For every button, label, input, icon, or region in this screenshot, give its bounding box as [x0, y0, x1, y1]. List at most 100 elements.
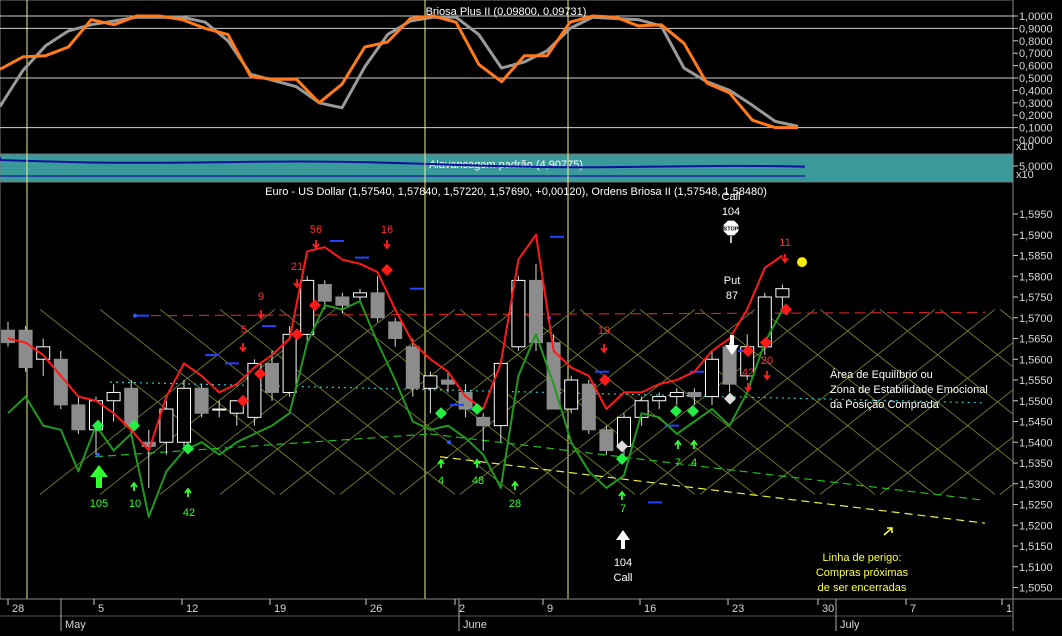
price-axis-label: 1,5900	[1019, 230, 1053, 242]
candle-body	[423, 375, 438, 389]
osc-axis-label: 0,6000	[1019, 61, 1053, 73]
price-axis-label: 1,5300	[1019, 479, 1053, 491]
time-axis: 28 5 12 19 26 2 9 16 23 30 7 1 May June July	[0, 598, 1062, 631]
price-axis-label: 1,5500	[1019, 396, 1053, 408]
month-label: June	[463, 619, 487, 631]
candle-body	[212, 408, 227, 411]
call-bottom-label: Call	[614, 572, 633, 584]
candle-body	[124, 387, 139, 427]
candle-body	[581, 383, 596, 431]
candle-body	[599, 429, 614, 452]
osc-axis-label: 1,0000	[1019, 11, 1053, 23]
price-axis-label: 1,5100	[1019, 562, 1053, 574]
sell-count-label: 9	[258, 291, 264, 303]
danger-text: Compras próximas	[816, 567, 909, 579]
day-label: 26	[370, 603, 382, 615]
candle-body	[18, 329, 33, 369]
day-label: 28	[12, 603, 24, 615]
price-axis-label: 1,5600	[1019, 354, 1053, 366]
buy-count-label: 7	[675, 457, 681, 469]
price-axis-label: 1,5800	[1019, 271, 1053, 283]
candle-body	[353, 292, 367, 298]
candle-body	[687, 391, 702, 398]
osc-axis-label: 0,9000	[1019, 23, 1053, 35]
call-top-count: 104	[722, 206, 740, 218]
candle-body	[669, 391, 684, 398]
buy-count-label: 7	[620, 503, 626, 515]
price-title: Euro - US Dollar (1,57540, 1,57840, 1,57…	[265, 186, 767, 198]
candle-body	[722, 346, 737, 385]
price-axis-label: 1,5400	[1019, 437, 1053, 449]
osc-axis-label: 0,4000	[1019, 85, 1053, 97]
price-axis-label: 1,5950	[1019, 209, 1053, 221]
day-label: 30	[822, 603, 834, 615]
candle-body	[177, 387, 191, 443]
buy-count-label: 105	[90, 498, 108, 510]
put-count: 87	[726, 290, 738, 302]
day-label: 23	[732, 603, 744, 615]
osc-axis-label: 0,3000	[1019, 98, 1053, 110]
sell-count-label: 42	[742, 367, 754, 379]
candle-body	[617, 416, 631, 447]
osc-axis-label: 0,0000	[1019, 135, 1053, 147]
price-axis-label: 1,5700	[1019, 313, 1053, 325]
price-axis-label: 1,5250	[1019, 500, 1053, 512]
danger-text: de ser encerradas	[818, 582, 907, 594]
chart-canvas[interactable]: Briosa Plus II (0,09800, 0,09731) Alavan…	[0, 0, 1062, 631]
osc-axis-label: 0,1000	[1019, 123, 1053, 135]
candle-body	[476, 416, 491, 427]
sell-count-label: 11	[779, 237, 790, 249]
buy-count-label: 48	[472, 475, 484, 487]
day-label: 16	[644, 603, 656, 615]
oscillator-axis: 1,00000,90000,80000,70000,60000,50000,40…	[1013, 11, 1053, 147]
day-label: 19	[274, 603, 286, 615]
order-level-dot	[133, 313, 137, 318]
chart-window: Briosa Plus II (0,09800, 0,09731) Alavan…	[0, 0, 1062, 631]
sell-count-label: 16	[381, 224, 393, 236]
candle-body	[441, 379, 455, 385]
price-axis-label: 1,5550	[1019, 375, 1053, 387]
day-label: 5	[98, 603, 104, 615]
candle-body	[564, 379, 579, 410]
sell-count-label: 19	[598, 325, 610, 337]
candle-body	[71, 404, 86, 431]
day-label: 12	[186, 603, 198, 615]
buy-count-label: 10	[129, 498, 141, 510]
price-axis-label: 1,5200	[1019, 520, 1053, 532]
day-label: 2	[459, 603, 465, 615]
candle-body	[1, 329, 15, 344]
candle-body	[159, 408, 174, 443]
price-axis-label: 1,5050	[1019, 583, 1053, 595]
sell-count-label: 5	[241, 324, 247, 336]
equilibrium-text: Área de Equilíbrio ou	[830, 368, 933, 381]
month-label: May	[65, 619, 86, 631]
osc-axis-label: 0,8000	[1019, 36, 1053, 48]
price-axis-label: 1,5750	[1019, 292, 1053, 304]
day-label: 7	[910, 603, 916, 615]
candle-body	[775, 288, 790, 298]
sell-count-label: 21	[291, 261, 303, 273]
candle-body	[405, 346, 420, 389]
price-axis-label: 1,5450	[1019, 417, 1053, 429]
sell-count-label: 20	[761, 355, 773, 367]
candle-body	[335, 296, 350, 306]
osc-axis-label: 0,5000	[1019, 73, 1053, 85]
candle-body	[317, 284, 332, 302]
day-label: 9	[547, 603, 553, 615]
candle-body	[370, 292, 385, 319]
candle-body	[388, 321, 403, 339]
osc-axis-label: 0,2000	[1019, 110, 1053, 122]
stop-sign-text: STOP	[724, 227, 739, 233]
buy-count-label: 42	[183, 507, 195, 519]
danger-text: Linha de perigo:	[823, 552, 902, 564]
order-level-dot	[447, 440, 451, 445]
price-axis-label: 1,5650	[1019, 334, 1053, 346]
candle-body	[106, 391, 121, 402]
order-level-dot	[96, 452, 100, 457]
call-bottom-count: 104	[614, 557, 632, 569]
candle-body	[265, 362, 279, 393]
price-axis-label: 1,5850	[1019, 251, 1053, 263]
put-label: Put	[724, 275, 741, 287]
lev-axis-label: 5,0000	[1019, 161, 1053, 173]
buy-count-label: 4	[438, 475, 444, 487]
